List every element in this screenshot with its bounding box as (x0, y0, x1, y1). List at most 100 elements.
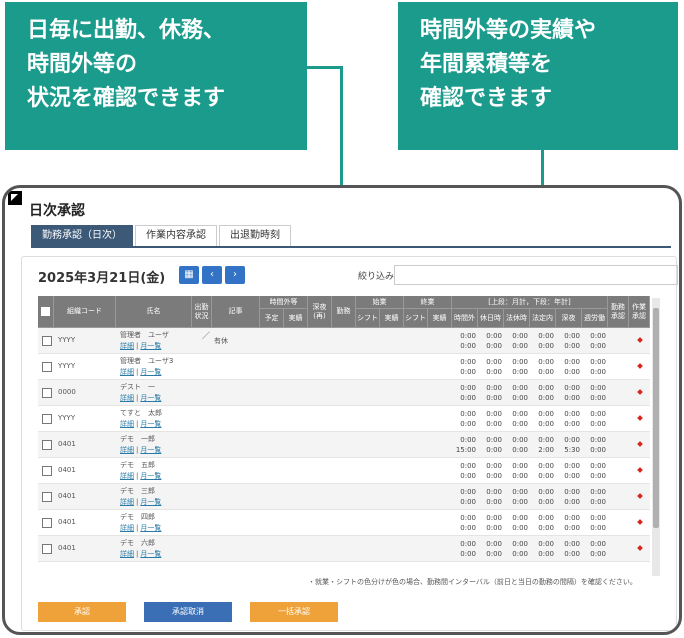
month-list-link[interactable]: 月一覧 (140, 342, 161, 350)
detail-link[interactable]: 詳細 (120, 550, 134, 558)
header-select-all[interactable] (38, 296, 54, 328)
row-checkbox[interactable] (42, 388, 52, 398)
calendar-icon[interactable]: ▦ (179, 266, 199, 284)
detail-link[interactable]: 詳細 (120, 420, 134, 428)
row-monthly-value: 0:00 (564, 540, 580, 548)
row-annual-value: 0:00 (486, 498, 502, 506)
diamond-icon (637, 493, 643, 499)
page-title: 日次承認 (29, 203, 85, 219)
approval-panel: 2025年3月21日(金) ▦ ‹ › 絞り込み 組織コード 氏名 出勤状況 記… (21, 256, 678, 631)
row-links: 詳細 | 月一覧 (120, 472, 162, 480)
row-monthly-value: 0:00 (512, 514, 528, 522)
month-list-link[interactable]: 月一覧 (140, 472, 161, 480)
table-row: YYYY てすと 太郎 詳細 | 月一覧 0:00 0:00 0:00 0:00 0:00 0:00… (38, 406, 650, 432)
month-list-link[interactable]: 月一覧 (140, 524, 161, 532)
row-checkbox[interactable] (42, 440, 52, 450)
month-list-link[interactable]: 月一覧 (140, 368, 161, 376)
cancel-approval-button[interactable]: 承認取消 (144, 602, 232, 622)
detail-link[interactable]: 詳細 (120, 446, 134, 454)
row-monthly-value: 0:00 (486, 358, 502, 366)
row-monthly-value: 0:00 (538, 358, 554, 366)
row-monthly-value: 0:00 (538, 540, 554, 548)
row-annual-value: 5:30 (564, 446, 580, 454)
row-monthly-value: 0:00 (590, 332, 606, 340)
header-night: 深夜(再) (308, 296, 332, 328)
approve-button[interactable]: 承認 (38, 602, 126, 622)
chevron-left-icon[interactable]: ‹ (202, 266, 222, 284)
row-monthly-value: 0:00 (512, 462, 528, 470)
month-list-link[interactable]: 月一覧 (140, 550, 161, 558)
filter-input[interactable] (394, 265, 678, 285)
month-list-link[interactable]: 月一覧 (140, 394, 161, 402)
diamond-icon (637, 389, 643, 395)
row-annual-value: 0:00 (486, 420, 502, 428)
table-row: 0401 デモ 三郎 詳細 | 月一覧 0:00 0:00 0:00 0:00 0:00 0:00 0… (38, 484, 650, 510)
tab-task-approval[interactable]: 作業内容承認 (135, 225, 217, 247)
row-annual-value: 0:00 (486, 368, 502, 376)
current-date: 2025年3月21日(金) (38, 271, 166, 286)
detail-link[interactable]: 詳細 (120, 368, 134, 376)
row-monthly-value: 0:00 (590, 540, 606, 548)
row-links: 詳細 | 月一覧 (120, 550, 162, 558)
row-annual-value: 0:00 (486, 524, 502, 532)
row-annual-value: 0:00 (460, 394, 476, 402)
header-end-shift: シフト (404, 309, 428, 328)
row-checkbox[interactable] (42, 362, 52, 372)
detail-link[interactable]: 詳細 (120, 524, 134, 532)
header-start: 始業 (356, 296, 404, 309)
row-code: 0401 (58, 518, 76, 526)
month-list-link[interactable]: 月一覧 (140, 498, 161, 506)
row-annual-value: 0:00 (564, 394, 580, 402)
header-code[interactable]: 組織コード (54, 296, 116, 328)
row-annual-value: 0:00 (512, 420, 528, 428)
row-annual-value: 0:00 (564, 472, 580, 480)
row-monthly-value: 0:00 (460, 332, 476, 340)
header-legal-in: 法定内 (530, 309, 556, 328)
chevron-right-icon[interactable]: › (225, 266, 245, 284)
row-annual-value: 0:00 (460, 420, 476, 428)
row-code: YYYY (58, 336, 76, 344)
row-annual-value: 0:00 (564, 524, 580, 532)
row-monthly-value: 0:00 (564, 436, 580, 444)
detail-link[interactable]: 詳細 (120, 394, 134, 402)
tab-work-approval[interactable]: 勤務承認（日次） (31, 225, 133, 247)
detail-link[interactable]: 詳細 (120, 498, 134, 506)
tab-clock-times[interactable]: 出退勤時刻 (219, 225, 291, 247)
row-monthly-value: 0:00 (512, 488, 528, 496)
detail-link[interactable]: 詳細 (120, 342, 134, 350)
row-checkbox[interactable] (42, 466, 52, 476)
month-list-link[interactable]: 月一覧 (140, 446, 161, 454)
row-monthly-value: 0:00 (460, 514, 476, 522)
row-name: デモ 五郎 (120, 461, 155, 469)
row-annual-value: 0:00 (460, 498, 476, 506)
row-annual-value: 0:00 (486, 342, 502, 350)
bulk-approve-button[interactable]: 一括承認 (250, 602, 338, 622)
row-monthly-value: 0:00 (538, 410, 554, 418)
row-checkbox[interactable] (42, 336, 52, 346)
row-monthly-value: 0:00 (538, 332, 554, 340)
month-list-link[interactable]: 月一覧 (140, 420, 161, 428)
scrollbar-thumb[interactable] (653, 308, 659, 528)
header-note: 記事 (212, 296, 260, 328)
header-name[interactable]: 氏名 (116, 296, 192, 328)
table-row: YYYY 管理者 ユーザ 詳細 | 月一覧 ／ 有休 0:00 0:00 0:00 0:00 0:00… (38, 328, 650, 354)
row-checkbox[interactable] (42, 492, 52, 502)
row-monthly-value: 0:00 (486, 410, 502, 418)
table-row: YYYY 管理者 ユーザ3 詳細 | 月一覧 0:00 0:00 0:00 0:00 0:00 0:… (38, 354, 650, 380)
row-name: デスト 一 (120, 383, 155, 391)
header-actual: 実績 (284, 309, 308, 328)
row-monthly-value: 0:00 (590, 514, 606, 522)
row-monthly-value: 0:00 (460, 384, 476, 392)
row-links: 詳細 | 月一覧 (120, 342, 162, 350)
detail-link[interactable]: 詳細 (120, 472, 134, 480)
row-checkbox[interactable] (42, 518, 52, 528)
table-scrollbar[interactable] (652, 298, 660, 576)
row-monthly-value: 0:00 (512, 410, 528, 418)
row-annual-value: 0:00 (590, 524, 606, 532)
row-name: てすと 太郎 (120, 409, 162, 417)
header-deep-night: 深夜 (556, 309, 582, 328)
header-end-actual: 実績 (428, 309, 452, 328)
row-checkbox[interactable] (42, 544, 52, 554)
row-status: ／ (202, 331, 210, 340)
row-checkbox[interactable] (42, 414, 52, 424)
